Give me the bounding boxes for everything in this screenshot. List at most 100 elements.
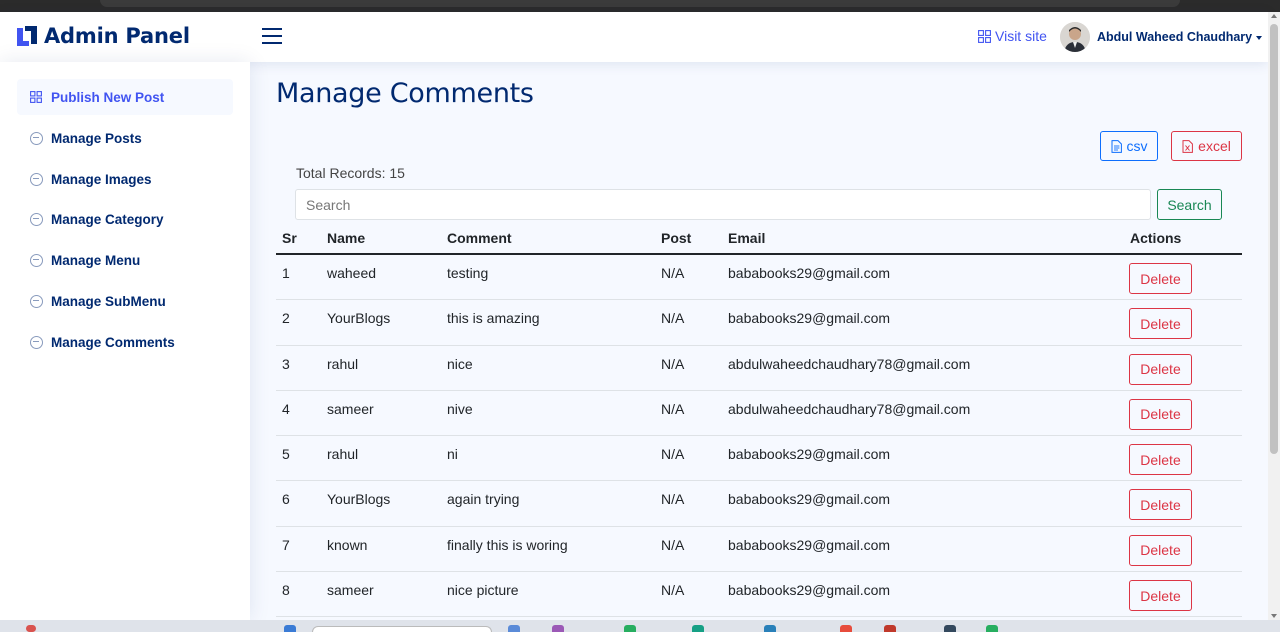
cell-post: N/A [661,446,685,463]
table-header: Sr Name Comment Post Email Actions [276,226,1242,255]
column-header-comment: Comment [447,230,512,246]
top-header: Admin Panel Visit site Abdul Waheed Chau… [0,12,1268,62]
sidebar-item-label: Manage Menu [51,252,141,268]
sidebar-item-label: Manage Comments [51,334,175,350]
app-icon[interactable] [986,625,998,632]
table-body: 1 waheed testing N/A bababooks29@gmail.com De… [276,255,1242,618]
cell-comment: nice [447,355,473,372]
cell-post: N/A [661,310,685,327]
weather-icon[interactable] [26,625,36,632]
cell-email: bababooks29@gmail.com [728,582,891,599]
cell-name: sameer [327,582,374,599]
logo-icon [17,26,37,46]
app-title: Admin Panel [44,24,190,48]
visit-site-label: Visit site [995,28,1047,44]
sidebar: Publish New Post Manage Posts Manage Ima… [0,62,250,620]
delete-button[interactable]: Delete [1129,444,1192,476]
comments-table: Sr Name Comment Post Email Actions 1 wahe… [276,226,1242,618]
table-row: 7 known finally this is woring N/A bababooks… [276,527,1242,573]
delete-button[interactable]: Delete [1129,398,1192,430]
search-button[interactable]: Search [1157,189,1222,220]
cell-comment: this is amazing [447,310,540,327]
cell-sr: 8 [282,582,290,599]
menu-toggle-icon[interactable] [262,28,282,46]
cell-email: bababooks29@gmail.com [728,265,891,281]
app-icon[interactable] [944,625,956,632]
dash-circle-icon [29,131,43,145]
delete-button[interactable]: Delete [1129,263,1192,294]
logo[interactable]: Admin Panel [16,24,190,48]
start-icon[interactable] [284,625,296,632]
cell-post: N/A [661,536,685,553]
table-row: 1 waheed testing N/A bababooks29@gmail.com De… [276,255,1242,301]
column-header-sr: Sr [282,230,297,246]
browser-tab[interactable] [100,0,1180,7]
table-row: 3 rahul nice N/A abdulwaheedchaudhary78@gmai… [276,346,1242,391]
app-icon[interactable] [692,625,704,632]
cell-comment: ni [447,446,458,463]
sidebar-item-label: Manage Category [51,211,164,227]
app-icon[interactable] [764,625,776,632]
scrollbar-thumb[interactable] [1270,24,1278,454]
search-input[interactable] [295,189,1151,220]
visit-site-link[interactable]: Visit site [978,28,1047,44]
column-header-post: Post [661,230,692,246]
app-icon[interactable] [884,625,896,632]
table-row: 5 rahul ni N/A bababooks29@gmail.com Delete [276,436,1242,482]
cell-sr: 3 [282,355,290,372]
app-icon[interactable] [840,625,852,632]
sidebar-item-manage-posts[interactable]: Manage Posts [17,120,233,156]
sidebar-item-label: Manage Posts [51,130,142,146]
sidebar-item-manage-images[interactable]: Manage Images [17,161,233,197]
delete-button[interactable]: Delete [1129,489,1192,521]
file-excel-icon [1182,139,1194,153]
avatar[interactable] [1060,22,1090,52]
app-icon[interactable] [624,625,636,632]
excel-export-button[interactable]: excel [1171,131,1242,161]
cell-email: bababooks29@gmail.com [728,446,891,463]
cell-comment: testing [447,265,489,281]
cell-post: N/A [661,355,685,372]
dash-circle-icon [29,212,43,226]
cell-email: abdulwaheedchaudhary78@gmail.com [728,400,971,417]
cell-sr: 2 [282,310,290,327]
grid-icon [978,29,991,43]
column-header-name: Name [327,230,366,246]
column-header-email: Email [728,230,766,246]
cell-post: N/A [661,400,685,417]
delete-button[interactable]: Delete [1129,308,1192,340]
csv-export-button[interactable]: csv [1100,131,1158,161]
scroll-down-icon[interactable] [1271,614,1277,618]
app-icon[interactable] [508,625,520,632]
taskbar-search[interactable] [312,626,492,632]
csv-label: csv [1126,138,1148,154]
cell-post: N/A [661,582,685,599]
sidebar-item-manage-submenu[interactable]: Manage SubMenu [17,283,233,319]
sidebar-item-manage-category[interactable]: Manage Category [17,201,233,237]
app-icon[interactable] [552,625,564,632]
table-row: 8 sameer nice picture N/A bababooks29@gmail.… [276,572,1242,618]
user-menu[interactable]: Abdul Waheed Chaudhary [1097,30,1263,44]
page-title: Manage Comments [276,78,534,109]
cell-email: bababooks29@gmail.com [728,491,891,508]
browser-tab-strip [0,0,1280,12]
delete-button[interactable]: Delete [1129,353,1192,385]
sidebar-item-publish-new-post[interactable]: Publish New Post [17,79,233,115]
cell-comment: nive [447,400,473,417]
avatar-image [1060,22,1090,52]
sidebar-item-manage-menu[interactable]: Manage Menu [17,242,233,278]
delete-button[interactable]: Delete [1129,580,1192,612]
sidebar-item-label: Manage Images [51,171,152,187]
cell-comment: again trying [447,491,520,508]
dash-circle-icon [29,294,43,308]
cell-sr: 1 [282,265,290,281]
cell-post: N/A [661,491,685,508]
delete-button[interactable]: Delete [1129,534,1192,566]
table-row: 4 sameer nive N/A abdulwaheedchaudhary78@gma… [276,391,1242,437]
cell-sr: 5 [282,446,290,463]
grid-icon [29,90,43,104]
scroll-up-icon[interactable] [1271,14,1277,18]
cell-email: bababooks29@gmail.com [728,310,891,327]
sidebar-item-manage-comments[interactable]: Manage Comments [17,324,233,360]
page-scrollbar[interactable] [1268,12,1280,620]
